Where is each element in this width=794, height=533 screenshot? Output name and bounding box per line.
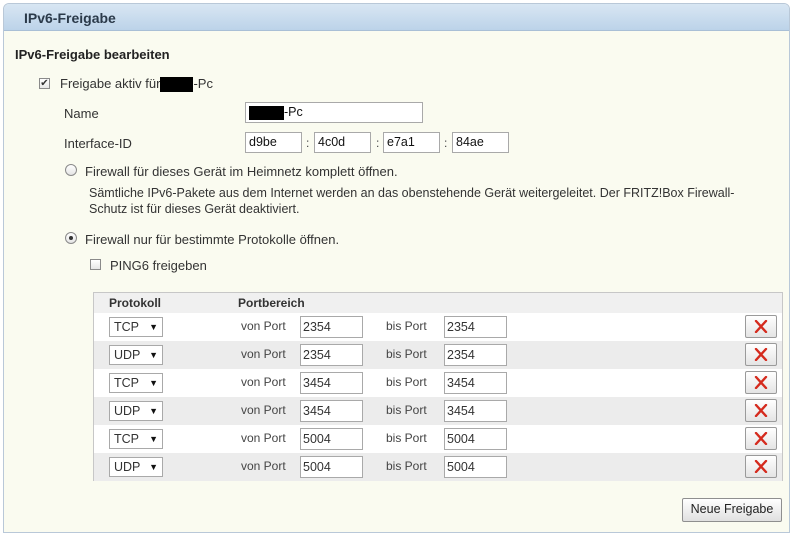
- to-port-label: bis Port: [386, 319, 427, 333]
- port-range-header: Portbereich: [238, 296, 305, 310]
- name-field[interactable]: -Pc: [245, 102, 423, 123]
- new-share-button[interactable]: Neue Freigabe: [682, 498, 782, 522]
- to-port-input[interactable]: 5004: [444, 456, 507, 478]
- active-label: Freigabe aktiv für -Pc: [60, 76, 213, 93]
- interface-id-separator: :: [444, 136, 448, 150]
- redacted-block: [249, 105, 284, 120]
- protocol-select[interactable]: TCP ▼: [109, 373, 163, 393]
- ping6-label: PING6 freigeben: [110, 258, 207, 273]
- table-row: UDP ▼ von Port 5004 bis Port 5004: [94, 453, 782, 481]
- firewall-protocols-label: Firewall nur für bestimmte Protokolle öf…: [85, 232, 340, 247]
- chevron-down-icon: ▼: [149, 406, 158, 416]
- protocol-value: UDP: [114, 404, 141, 418]
- protocol-header: Protokoll: [109, 296, 162, 310]
- name-value-suffix: -Pc: [284, 105, 303, 119]
- from-port-label: von Port: [241, 319, 286, 333]
- port-table: Protokoll Portbereich TCP ▼ von Port 2354…: [93, 292, 783, 481]
- interface-id-separator: :: [376, 136, 380, 150]
- interface-id-field-1[interactable]: d9be: [245, 132, 302, 153]
- chevron-down-icon: ▼: [149, 462, 158, 472]
- active-checkbox[interactable]: ✔: [39, 78, 50, 89]
- close-icon: [754, 432, 768, 445]
- table-row: TCP ▼ von Port 2354 bis Port 2354: [94, 313, 782, 341]
- firewall-open-description: Sämtliche IPv6-Pakete aus dem Internet w…: [89, 186, 735, 216]
- protocol-select[interactable]: TCP ▼: [109, 317, 163, 337]
- name-label: Name: [64, 106, 99, 121]
- checkmark-icon: ✔: [40, 78, 49, 89]
- to-port-label: bis Port: [386, 347, 427, 361]
- to-port-label: bis Port: [386, 431, 427, 445]
- from-port-label: von Port: [241, 431, 286, 445]
- from-port-label: von Port: [241, 459, 286, 473]
- protocol-value: TCP: [114, 432, 139, 446]
- to-port-input[interactable]: 2354: [444, 344, 507, 366]
- to-port-input[interactable]: 3454: [444, 400, 507, 422]
- from-port-input[interactable]: 2354: [300, 316, 363, 338]
- table-row: TCP ▼ von Port 3454 bis Port 3454: [94, 369, 782, 397]
- protocol-select[interactable]: TCP ▼: [109, 429, 163, 449]
- active-label-suffix: -Pc: [193, 76, 213, 91]
- from-port-input[interactable]: 5004: [300, 456, 363, 478]
- close-icon: [754, 404, 768, 417]
- interface-id-field-4[interactable]: 84ae: [452, 132, 509, 153]
- protocol-value: TCP: [114, 320, 139, 334]
- to-port-label: bis Port: [386, 375, 427, 389]
- firewall-protocols-radio[interactable]: [65, 232, 77, 244]
- close-icon: [754, 320, 768, 333]
- ping6-checkbox[interactable]: [90, 259, 101, 270]
- protocol-value: UDP: [114, 460, 141, 474]
- redacted-block: [160, 77, 194, 93]
- from-port-label: von Port: [241, 347, 286, 361]
- delete-button[interactable]: [745, 427, 777, 450]
- radio-selected-dot: [69, 236, 73, 240]
- interface-id-label: Interface-ID: [64, 136, 132, 151]
- to-port-input[interactable]: 3454: [444, 372, 507, 394]
- chevron-down-icon: ▼: [149, 350, 158, 360]
- delete-button[interactable]: [745, 343, 777, 366]
- interface-id-separator: :: [306, 136, 310, 150]
- chevron-down-icon: ▼: [149, 434, 158, 444]
- from-port-label: von Port: [241, 403, 286, 417]
- protocol-select[interactable]: UDP ▼: [109, 457, 163, 477]
- protocol-value: UDP: [114, 348, 141, 362]
- from-port-input[interactable]: 3454: [300, 400, 363, 422]
- to-port-label: bis Port: [386, 403, 427, 417]
- to-port-input[interactable]: 5004: [444, 428, 507, 450]
- to-port-input[interactable]: 2354: [444, 316, 507, 338]
- section-title: IPv6-Freigabe bearbeiten: [15, 47, 170, 62]
- close-icon: [754, 376, 768, 389]
- to-port-label: bis Port: [386, 459, 427, 473]
- ipv6-dialog: IPv6-Freigabe IPv6-Freigabe bearbeiten ✔…: [3, 3, 790, 533]
- table-row: UDP ▼ von Port 2354 bis Port 2354: [94, 341, 782, 369]
- delete-button[interactable]: [745, 455, 777, 478]
- from-port-input[interactable]: 5004: [300, 428, 363, 450]
- close-icon: [754, 460, 768, 473]
- delete-button[interactable]: [745, 315, 777, 338]
- from-port-input[interactable]: 3454: [300, 372, 363, 394]
- firewall-open-radio[interactable]: [65, 164, 77, 176]
- table-row: TCP ▼ von Port 5004 bis Port 5004: [94, 425, 782, 453]
- close-icon: [754, 348, 768, 361]
- from-port-input[interactable]: 2354: [300, 344, 363, 366]
- protocol-select[interactable]: UDP ▼: [109, 401, 163, 421]
- chevron-down-icon: ▼: [149, 378, 158, 388]
- protocol-select[interactable]: UDP ▼: [109, 345, 163, 365]
- active-label-prefix: Freigabe aktiv für: [60, 76, 161, 91]
- firewall-open-label: Firewall für dieses Gerät im Heimnetz ko…: [85, 164, 398, 179]
- from-port-label: von Port: [241, 375, 286, 389]
- chevron-down-icon: ▼: [149, 322, 158, 332]
- delete-button[interactable]: [745, 371, 777, 394]
- interface-id-field-3[interactable]: e7a1: [383, 132, 440, 153]
- window-title: IPv6-Freigabe: [4, 4, 789, 31]
- table-row: UDP ▼ von Port 3454 bis Port 3454: [94, 397, 782, 425]
- delete-button[interactable]: [745, 399, 777, 422]
- interface-id-field-2[interactable]: 4c0d: [314, 132, 371, 153]
- protocol-value: TCP: [114, 376, 139, 390]
